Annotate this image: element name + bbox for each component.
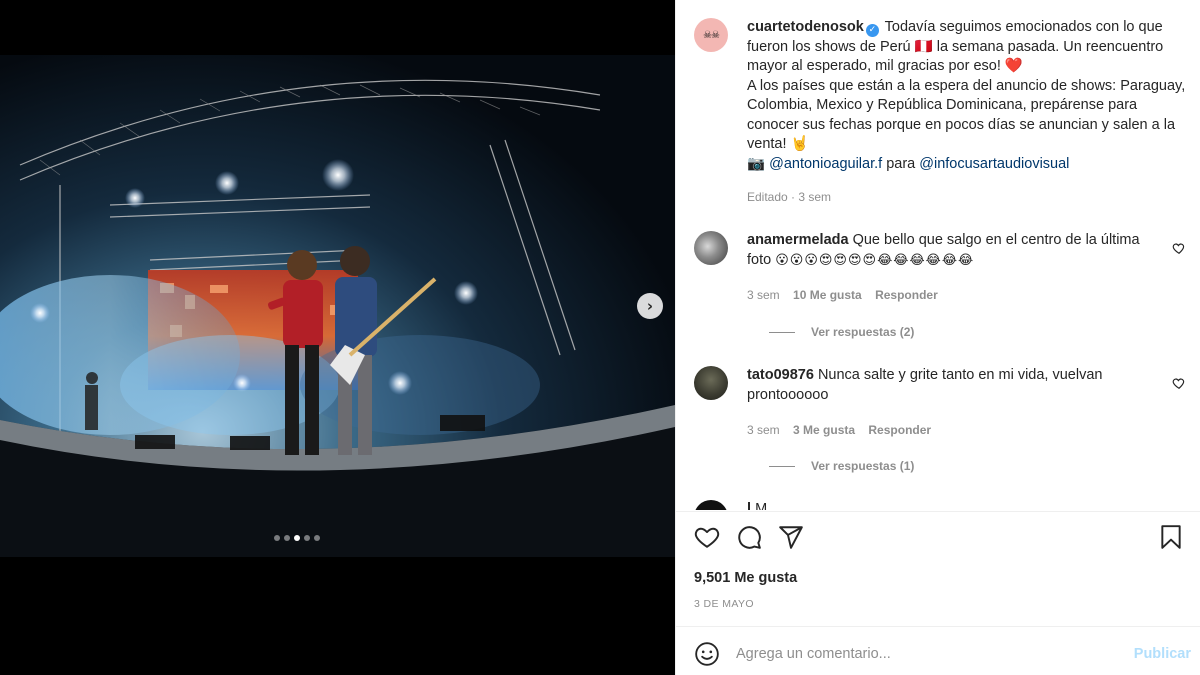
- comment-meta: 3 sem 10 Me gusta Responder: [747, 288, 938, 302]
- mention-studio[interactable]: @infocusartaudiovisual: [919, 156, 1069, 172]
- comment-time: 3 sem: [747, 288, 780, 302]
- comments-scroll-area[interactable]: ☠☠ cuartetodenosok ✓ Todavía seguimos emo…: [676, 0, 1200, 510]
- comment-bubble-icon[interactable]: [736, 524, 762, 550]
- carousel-dot: [274, 535, 280, 541]
- carousel-next-button[interactable]: ›: [637, 293, 663, 319]
- post-date[interactable]: 3 DE MAYO: [694, 598, 754, 610]
- concert-photo[interactable]: [0, 55, 675, 557]
- comment-like-heart-icon[interactable]: [1172, 376, 1186, 390]
- comment-composer: Publicar: [676, 627, 1200, 675]
- comment-input[interactable]: [736, 639, 1116, 669]
- commenter-avatar[interactable]: [694, 231, 728, 265]
- post-media: ›: [0, 0, 675, 675]
- comment-text: l M: [747, 500, 1162, 510]
- carousel-indicator: [274, 535, 320, 541]
- replies-divider-line: [769, 331, 795, 333]
- likes-count[interactable]: 9,501 Me gusta: [694, 570, 797, 586]
- commenter-avatar[interactable]: [694, 366, 728, 400]
- smiley-icon[interactable]: [694, 641, 720, 667]
- action-bar: [694, 524, 1184, 554]
- mention-photographer[interactable]: @antonioaguilar.f: [769, 156, 882, 172]
- view-replies-button[interactable]: Ver respuestas (1): [769, 459, 914, 473]
- carousel-dot: [284, 535, 290, 541]
- caption-line-2: A los países que están a la espera del a…: [747, 77, 1186, 153]
- publish-button[interactable]: Publicar: [1134, 646, 1191, 662]
- comment-text: anamermelada Que bello que salgo en el c…: [747, 231, 1162, 270]
- comment-emojis: 😮😮😮😍😍😍😍😂😂😂😂😂😂: [775, 252, 975, 268]
- paper-plane-icon[interactable]: [778, 524, 804, 550]
- caption-text: cuartetodenosok ✓ Todavía seguimos emocio…: [747, 18, 1187, 174]
- carousel-dot-active: [294, 535, 300, 541]
- comment-time: 3 sem: [747, 423, 780, 437]
- comment-like-heart-icon[interactable]: [1172, 241, 1186, 255]
- heart-outline-icon[interactable]: [694, 524, 720, 550]
- view-replies-button[interactable]: Ver respuestas (2): [769, 325, 914, 339]
- comment-likes[interactable]: 3 Me gusta: [793, 423, 855, 437]
- reply-button[interactable]: Responder: [868, 423, 931, 437]
- chevron-right-icon: ›: [646, 296, 654, 315]
- comment-meta: 3 sem 3 Me gusta Responder: [747, 423, 931, 437]
- concert-illustration: [0, 79, 675, 557]
- caption-edited-meta: Editado · 3 sem: [747, 190, 832, 204]
- commenter-username[interactable]: tato09876: [747, 367, 814, 383]
- credit-connector: para: [886, 155, 916, 172]
- replies-divider-line: [769, 465, 795, 467]
- author-avatar[interactable]: ☠☠: [694, 18, 728, 52]
- camera-emoji: 📷: [747, 155, 766, 172]
- post-sidebar: ☠☠ cuartetodenosok ✓ Todavía seguimos emo…: [675, 0, 1200, 675]
- comment-body: M: [755, 501, 768, 510]
- carousel-dot: [314, 535, 320, 541]
- reply-button[interactable]: Responder: [875, 288, 938, 302]
- commenter-username[interactable]: l: [747, 501, 751, 510]
- verified-badge-icon: ✓: [865, 24, 879, 37]
- bookmark-icon[interactable]: [1158, 524, 1184, 550]
- red-heart-emoji: ❤️: [1004, 58, 1023, 74]
- comment-likes[interactable]: 10 Me gusta: [793, 288, 862, 302]
- commenter-avatar[interactable]: [694, 500, 728, 510]
- commenter-username[interactable]: anamermelada: [747, 232, 849, 248]
- carousel-dot: [304, 535, 310, 541]
- section-divider: [676, 511, 1200, 512]
- comment-text: tato09876 Nunca salte y grite tanto en m…: [747, 366, 1162, 405]
- author-username[interactable]: cuartetodenosok: [747, 19, 864, 35]
